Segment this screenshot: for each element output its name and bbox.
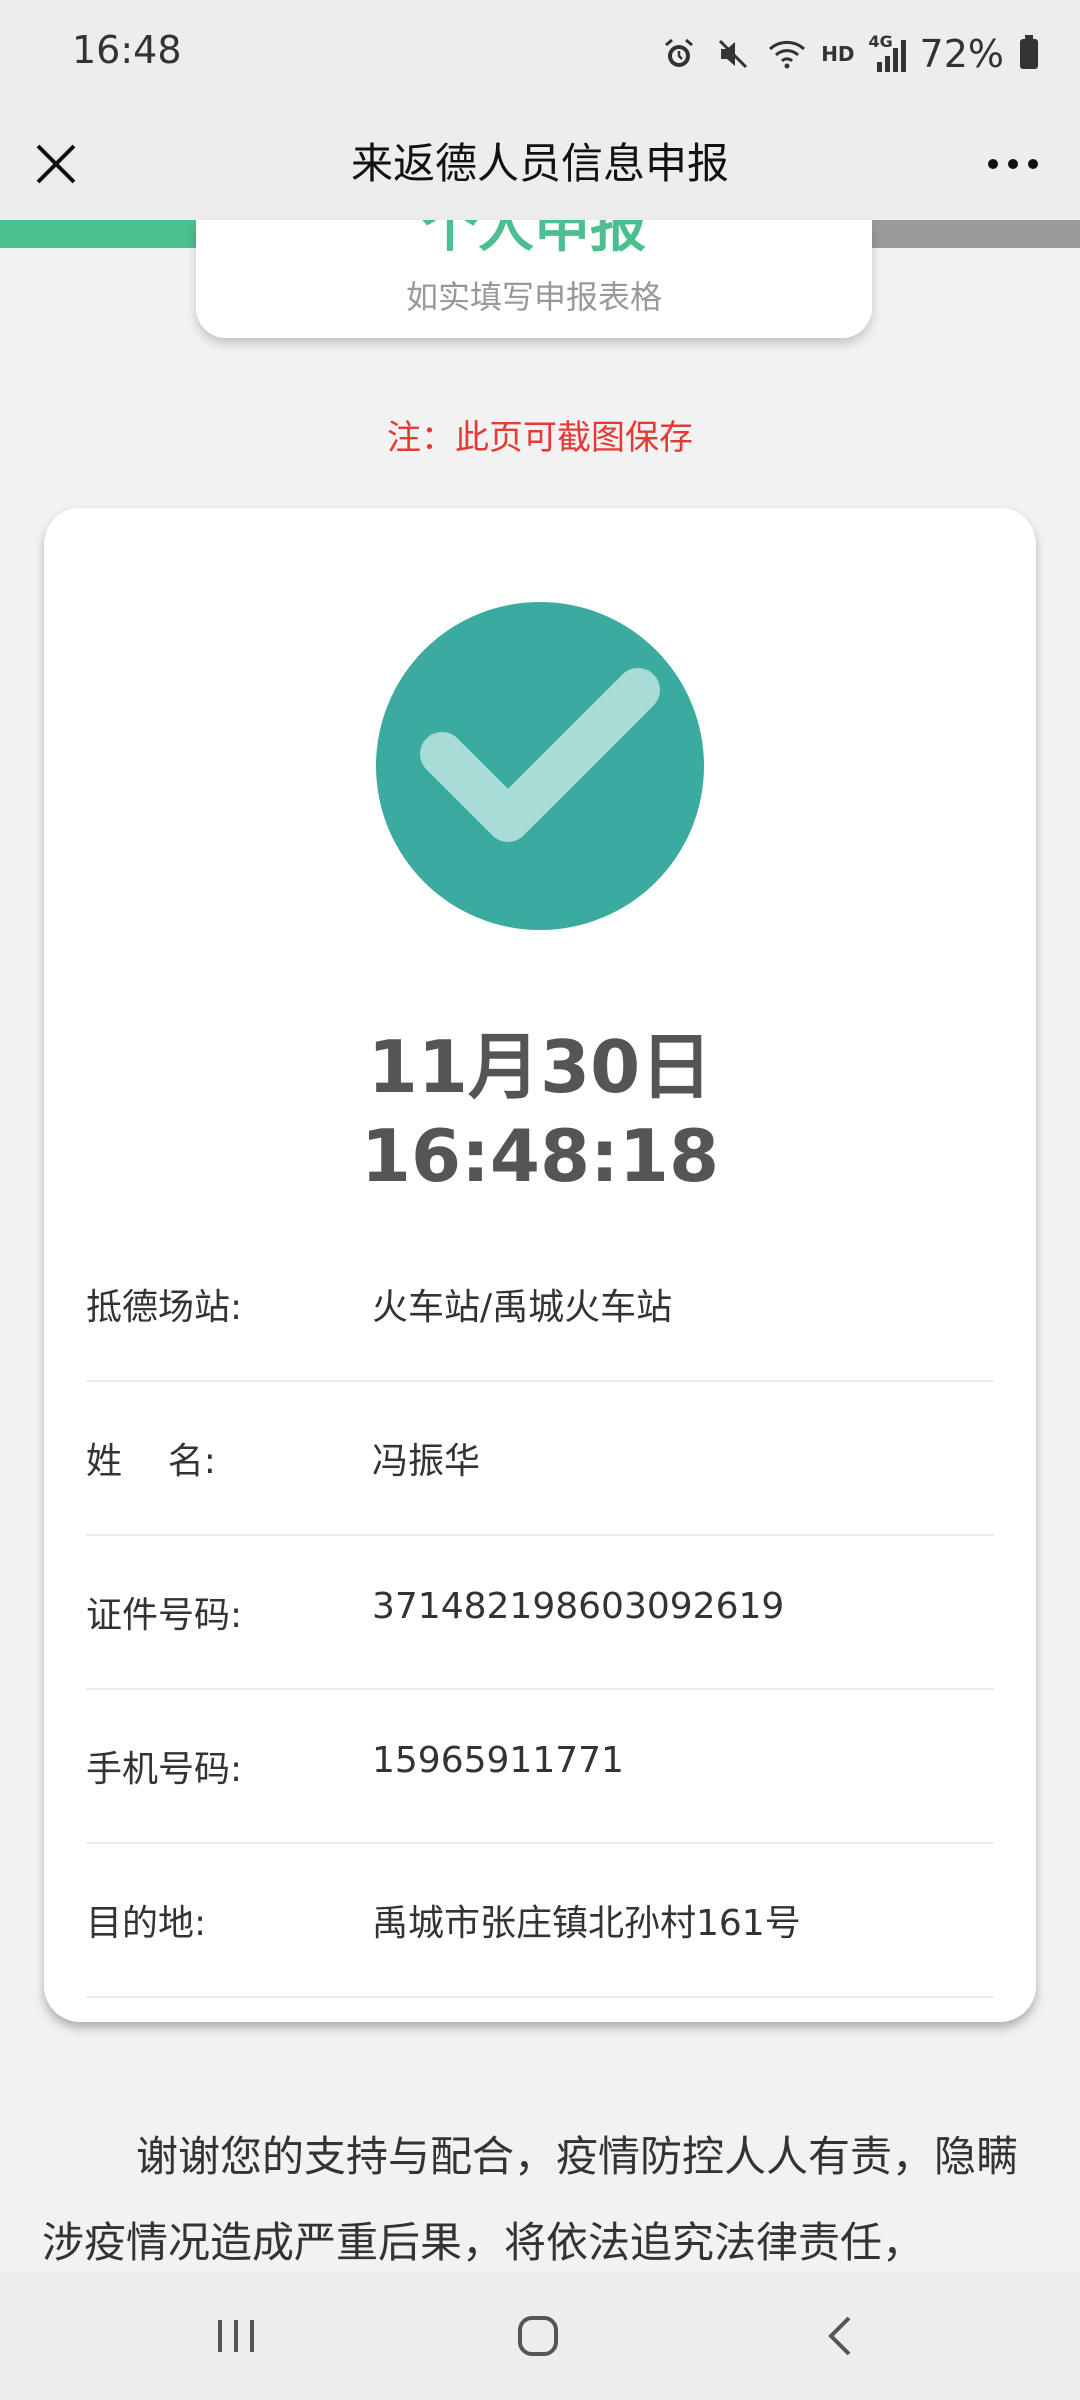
info-list: 抵德场站: 火车站/禹城火车站 姓 名: 冯振华 证件号码: 371482198… [86,1228,994,1998]
banner-photo [870,220,1080,248]
submit-time: 16:48:18 [360,1114,720,1198]
close-button[interactable] [22,130,90,198]
banner-subtitle: 如实填写申报表格 [405,278,662,316]
back-icon [828,2316,851,2356]
info-value: 火车站/禹城火车站 [372,1287,673,1328]
info-row-phone: 手机号码: 15965911771 [86,1690,994,1844]
hd-label: HD [821,42,855,66]
info-row-destination: 目的地: 禹城市张庄镇北孙村161号 [86,1844,994,1998]
info-label: 证件号码: [86,1595,243,1636]
battery-icon [1018,34,1040,74]
info-label: 姓 名: [86,1441,216,1482]
page-title: 来返德人员信息申报 [350,139,729,188]
home-icon [518,2316,558,2356]
info-row-id-number: 证件号码: 371482198603092619 [86,1536,994,1690]
footer-notice: 谢谢您的支持与配合，疫情防控人人有责，隐瞒涉疫情况造成严重后果，将依法追究法律责… [42,2132,1019,2267]
alarm-icon [659,34,699,74]
home-button[interactable] [498,2304,578,2368]
result-card: 11月30日 16:48:18 抵德场站: 火车站/禹城火车站 姓 名: 冯振华… [44,508,1036,2022]
more-icon [988,159,1038,169]
info-value: 371482198603092619 [372,1586,785,1627]
wifi-icon [767,34,807,74]
banner-card: 个人申报 如实填写申报表格 [196,220,872,338]
info-value: 15965911771 [372,1740,624,1781]
status-time: 16:48 [72,28,182,72]
network-label: 4G [868,32,893,51]
info-label: 目的地: [86,1903,207,1944]
mute-icon [713,34,753,74]
info-value: 冯振华 [372,1441,481,1482]
recent-apps-icon [218,2320,254,2352]
navigation-bar [0,2272,1080,2400]
info-row-station: 抵德场站: 火车站/禹城火车站 [86,1228,994,1382]
status-bar: 16:48 HD 4G 72% [0,0,1080,108]
screenshot-note: 注：此页可截图保存 [387,418,693,458]
status-icons: HD 4G 72% [659,26,1040,82]
recent-apps-button[interactable] [196,2304,276,2368]
signal-icon: 4G [869,32,906,72]
info-label: 抵德场站: [86,1287,243,1328]
close-icon [36,144,76,184]
success-check-icon [376,602,704,930]
info-value: 禹城市张庄镇北孙村161号 [372,1903,801,1944]
title-bar: 来返德人员信息申报 [0,108,1080,220]
info-row-name: 姓 名: 冯振华 [86,1382,994,1536]
submit-date: 11月30日 [367,1025,713,1109]
info-label: 手机号码: [86,1749,243,1790]
back-button[interactable] [800,2304,880,2368]
more-button[interactable] [968,130,1058,198]
battery-percent: 72% [919,32,1004,76]
banner-title: 个人申报 [422,220,646,260]
